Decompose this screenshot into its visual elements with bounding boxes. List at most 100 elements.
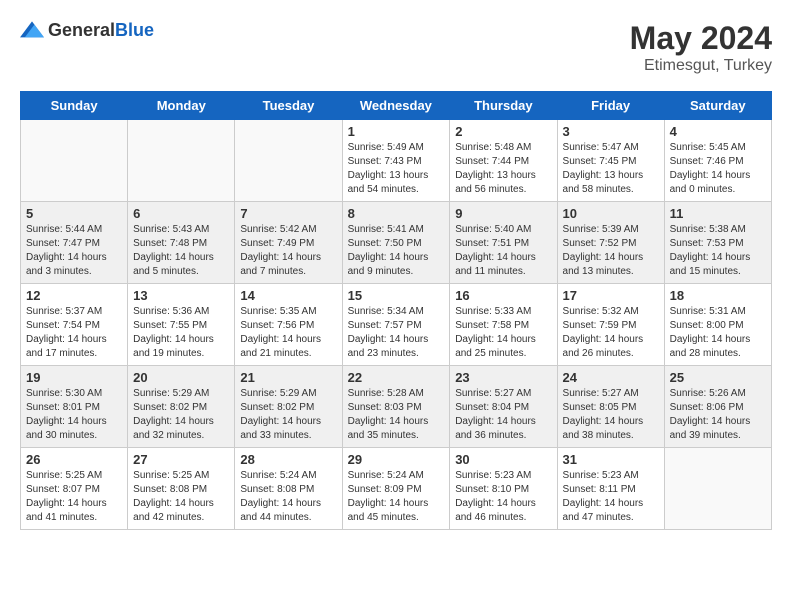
day-info: Sunrise: 5:32 AM Sunset: 7:59 PM Dayligh… — [563, 305, 659, 361]
calendar-cell: 20 Sunrise: 5:29 AM Sunset: 8:02 PM Dayli… — [128, 366, 235, 448]
calendar-week-row: 1 Sunrise: 5:49 AM Sunset: 7:43 PM Daylig… — [21, 120, 772, 202]
day-number: 16 — [455, 288, 551, 303]
day-info: Sunrise: 5:44 AM Sunset: 7:47 PM Dayligh… — [26, 223, 122, 279]
day-number: 17 — [563, 288, 659, 303]
day-number: 22 — [348, 370, 445, 385]
calendar-cell: 12Sunrise: 5:37 AM Sunset: 7:54 PM Dayli… — [21, 284, 128, 366]
calendar-cell: 23 Sunrise: 5:27 AM Sunset: 8:04 PM Dayli… — [450, 366, 557, 448]
day-info: Sunrise: 5:29 AM Sunset: 8:02 PM Dayligh… — [240, 387, 336, 443]
calendar-table: SundayMondayTuesdayWednesdayThursdayFrid… — [20, 91, 772, 530]
day-info: Sunrise: 5:34 AM Sunset: 7:57 PM Dayligh… — [348, 305, 445, 361]
day-info: Sunrise: 5:30 AM Sunset: 8:01 PM Dayligh… — [26, 387, 122, 443]
day-number: 13 — [133, 288, 229, 303]
calendar-cell: 5Sunrise: 5:44 AM Sunset: 7:47 PM Daylig… — [21, 202, 128, 284]
day-info: Sunrise: 5:47 AM Sunset: 7:45 PM Dayligh… — [563, 141, 659, 197]
calendar-cell — [664, 448, 771, 530]
logo-icon — [20, 21, 44, 41]
month-year-title: May 2024 — [630, 20, 772, 57]
day-info: Sunrise: 5:38 AM Sunset: 7:53 PM Dayligh… — [670, 223, 766, 279]
day-number: 20 — [133, 370, 229, 385]
page-header: GeneralBlue May 2024 Etimesgut, Turkey — [20, 20, 772, 75]
day-number: 14 — [240, 288, 336, 303]
day-number: 9 — [455, 206, 551, 221]
weekday-header-saturday: Saturday — [664, 92, 771, 120]
calendar-week-row: 12Sunrise: 5:37 AM Sunset: 7:54 PM Dayli… — [21, 284, 772, 366]
calendar-cell: 9 Sunrise: 5:40 AM Sunset: 7:51 PM Daylig… — [450, 202, 557, 284]
day-number: 25 — [670, 370, 766, 385]
day-number: 24 — [563, 370, 659, 385]
weekday-header-sunday: Sunday — [21, 92, 128, 120]
weekday-header-monday: Monday — [128, 92, 235, 120]
calendar-cell: 24Sunrise: 5:27 AM Sunset: 8:05 PM Dayli… — [557, 366, 664, 448]
day-number: 19 — [26, 370, 122, 385]
day-info: Sunrise: 5:36 AM Sunset: 7:55 PM Dayligh… — [133, 305, 229, 361]
calendar-cell: 25 Sunrise: 5:26 AM Sunset: 8:06 PM Dayli… — [664, 366, 771, 448]
day-info: Sunrise: 5:43 AM Sunset: 7:48 PM Dayligh… — [133, 223, 229, 279]
day-info: Sunrise: 5:23 AM Sunset: 8:10 PM Dayligh… — [455, 469, 551, 525]
calendar-cell: 10 Sunrise: 5:39 AM Sunset: 7:52 PM Dayli… — [557, 202, 664, 284]
calendar-cell: 21 Sunrise: 5:29 AM Sunset: 8:02 PM Dayli… — [235, 366, 342, 448]
calendar-cell: 28 Sunrise: 5:24 AM Sunset: 8:08 PM Dayli… — [235, 448, 342, 530]
day-number: 18 — [670, 288, 766, 303]
day-info: Sunrise: 5:25 AM Sunset: 8:08 PM Dayligh… — [133, 469, 229, 525]
day-info: Sunrise: 5:26 AM Sunset: 8:06 PM Dayligh… — [670, 387, 766, 443]
day-info: Sunrise: 5:35 AM Sunset: 7:56 PM Dayligh… — [240, 305, 336, 361]
day-number: 6 — [133, 206, 229, 221]
calendar-cell — [128, 120, 235, 202]
calendar-cell: 16 Sunrise: 5:33 AM Sunset: 7:58 PM Dayli… — [450, 284, 557, 366]
day-number: 7 — [240, 206, 336, 221]
day-info: Sunrise: 5:42 AM Sunset: 7:49 PM Dayligh… — [240, 223, 336, 279]
day-number: 23 — [455, 370, 551, 385]
day-info: Sunrise: 5:31 AM Sunset: 8:00 PM Dayligh… — [670, 305, 766, 361]
calendar-week-row: 26Sunrise: 5:25 AM Sunset: 8:07 PM Dayli… — [21, 448, 772, 530]
calendar-cell: 7 Sunrise: 5:42 AM Sunset: 7:49 PM Daylig… — [235, 202, 342, 284]
calendar-cell: 26Sunrise: 5:25 AM Sunset: 8:07 PM Dayli… — [21, 448, 128, 530]
day-info: Sunrise: 5:27 AM Sunset: 8:04 PM Dayligh… — [455, 387, 551, 443]
day-info: Sunrise: 5:29 AM Sunset: 8:02 PM Dayligh… — [133, 387, 229, 443]
day-info: Sunrise: 5:48 AM Sunset: 7:44 PM Dayligh… — [455, 141, 551, 197]
day-number: 4 — [670, 124, 766, 139]
day-number: 3 — [563, 124, 659, 139]
day-number: 30 — [455, 452, 551, 467]
calendar-cell: 8Sunrise: 5:41 AM Sunset: 7:50 PM Daylig… — [342, 202, 450, 284]
logo-text-general: General — [48, 20, 115, 40]
calendar-cell: 2Sunrise: 5:48 AM Sunset: 7:44 PM Daylig… — [450, 120, 557, 202]
calendar-week-row: 5Sunrise: 5:44 AM Sunset: 7:47 PM Daylig… — [21, 202, 772, 284]
day-info: Sunrise: 5:25 AM Sunset: 8:07 PM Dayligh… — [26, 469, 122, 525]
day-info: Sunrise: 5:49 AM Sunset: 7:43 PM Dayligh… — [348, 141, 445, 197]
day-info: Sunrise: 5:39 AM Sunset: 7:52 PM Dayligh… — [563, 223, 659, 279]
day-info: Sunrise: 5:28 AM Sunset: 8:03 PM Dayligh… — [348, 387, 445, 443]
day-number: 21 — [240, 370, 336, 385]
day-number: 1 — [348, 124, 445, 139]
location-title: Etimesgut, Turkey — [630, 57, 772, 75]
weekday-header-row: SundayMondayTuesdayWednesdayThursdayFrid… — [21, 92, 772, 120]
calendar-cell: 31Sunrise: 5:23 AM Sunset: 8:11 PM Dayli… — [557, 448, 664, 530]
day-number: 11 — [670, 206, 766, 221]
calendar-cell: 30 Sunrise: 5:23 AM Sunset: 8:10 PM Dayli… — [450, 448, 557, 530]
day-info: Sunrise: 5:41 AM Sunset: 7:50 PM Dayligh… — [348, 223, 445, 279]
calendar-cell: 11 Sunrise: 5:38 AM Sunset: 7:53 PM Dayli… — [664, 202, 771, 284]
calendar-cell: 1 Sunrise: 5:49 AM Sunset: 7:43 PM Daylig… — [342, 120, 450, 202]
day-number: 10 — [563, 206, 659, 221]
day-info: Sunrise: 5:40 AM Sunset: 7:51 PM Dayligh… — [455, 223, 551, 279]
calendar-week-row: 19 Sunrise: 5:30 AM Sunset: 8:01 PM Dayli… — [21, 366, 772, 448]
logo-text-blue: Blue — [115, 20, 154, 40]
calendar-cell: 29Sunrise: 5:24 AM Sunset: 8:09 PM Dayli… — [342, 448, 450, 530]
day-info: Sunrise: 5:24 AM Sunset: 8:08 PM Dayligh… — [240, 469, 336, 525]
calendar-cell: 17 Sunrise: 5:32 AM Sunset: 7:59 PM Dayli… — [557, 284, 664, 366]
weekday-header-friday: Friday — [557, 92, 664, 120]
calendar-cell: 22 Sunrise: 5:28 AM Sunset: 8:03 PM Dayli… — [342, 366, 450, 448]
calendar-cell: 3 Sunrise: 5:47 AM Sunset: 7:45 PM Daylig… — [557, 120, 664, 202]
day-number: 27 — [133, 452, 229, 467]
day-number: 31 — [563, 452, 659, 467]
logo: GeneralBlue — [20, 20, 154, 41]
day-info: Sunrise: 5:37 AM Sunset: 7:54 PM Dayligh… — [26, 305, 122, 361]
day-info: Sunrise: 5:33 AM Sunset: 7:58 PM Dayligh… — [455, 305, 551, 361]
calendar-cell: 6 Sunrise: 5:43 AM Sunset: 7:48 PM Daylig… — [128, 202, 235, 284]
title-block: May 2024 Etimesgut, Turkey — [630, 20, 772, 75]
calendar-cell — [21, 120, 128, 202]
day-number: 28 — [240, 452, 336, 467]
calendar-cell — [235, 120, 342, 202]
day-info: Sunrise: 5:24 AM Sunset: 8:09 PM Dayligh… — [348, 469, 445, 525]
calendar-cell: 15Sunrise: 5:34 AM Sunset: 7:57 PM Dayli… — [342, 284, 450, 366]
